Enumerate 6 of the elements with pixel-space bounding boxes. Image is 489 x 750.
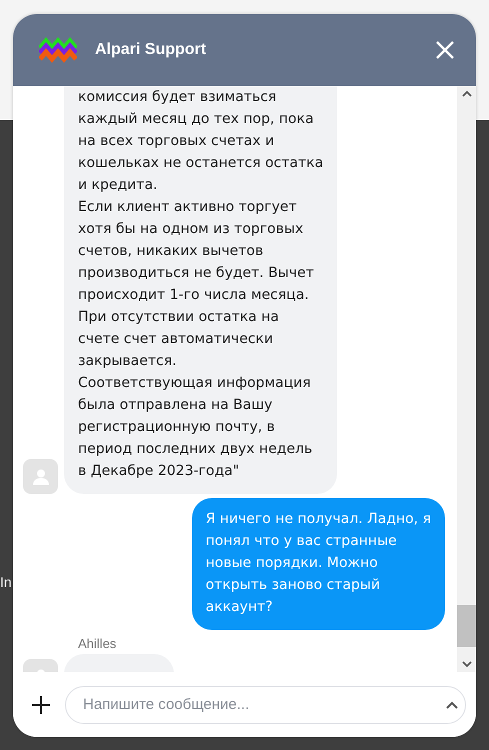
message-field[interactable]: Напишите сообщение... — [65, 686, 466, 724]
background-text: In — [0, 574, 12, 590]
chat-title: Alpari Support — [95, 41, 208, 59]
message-bubble: комиссия будет взиматься каждый месяц до тех пор, пока на всех торговых счетах и кошельках не останется остатка и кредита. Если клиент активно торгует хотя бы на одном из торговых счетов, никаких вычетов производиться не будет. Вычет происходит 1-го числа месяца. При отсутствии остатка на счете счет автоматически закрывается. Соответствующая информация была отправлена на Вашу регистрационную почту, в период последних двух недель в Декабре 2023-года" — [64, 86, 338, 494]
author-name: Ahilles — [78, 636, 118, 651]
message-bubble: Я ничего не получал. Ладно, я понял что у вас странные новые порядки. Можно открыть заново старый аккаунт? — [192, 498, 445, 630]
